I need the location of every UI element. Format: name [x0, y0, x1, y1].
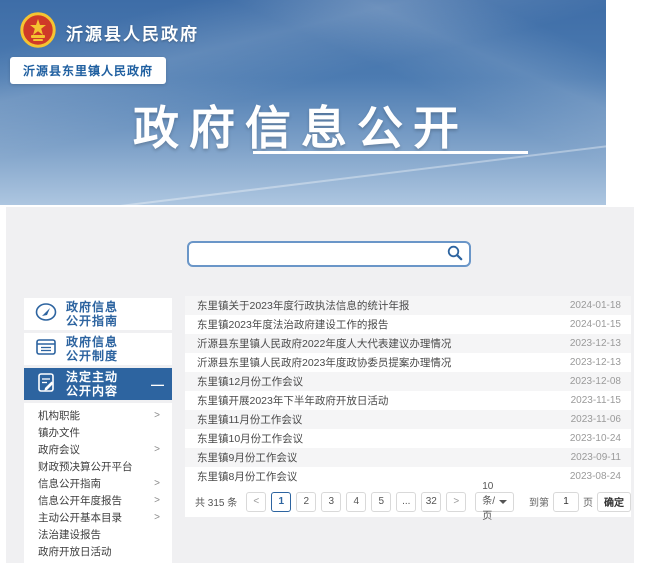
sidebar-item-label: 公开内容: [66, 384, 118, 398]
article-date: 2023-10-24: [570, 433, 621, 444]
sidebar-item-label: 公开指南: [66, 314, 118, 328]
sidebar-item-disclosure-guide[interactable]: 政府信息 公开指南: [24, 298, 172, 330]
sidebar-submenu: 机构职能 > 镇办文件 政府会议 > 财政预决算公开平台 信息公开指南 > 信息…: [24, 403, 172, 566]
submenu-item[interactable]: 信息公开年度报告 >: [24, 492, 172, 509]
page: 沂源县人民政府 沂源县东里镇人民政府 政府信息公开: [0, 0, 648, 569]
goto-page-input[interactable]: [553, 492, 579, 512]
article-row[interactable]: 东里镇10月份工作会议 2023-10-24: [185, 429, 631, 448]
article-date: 2023-11-15: [571, 395, 621, 406]
next-page-button[interactable]: >: [446, 492, 466, 512]
article-title[interactable]: 东里镇2023年度法治政府建设工作的报告: [197, 317, 388, 332]
page-ellipsis[interactable]: ...: [396, 492, 416, 512]
article-row[interactable]: 沂源县东里镇人民政府2023年度政协委员提案办理情况 2023-12-13: [185, 353, 631, 372]
article-row[interactable]: 东里镇2023年度法治政府建设工作的报告 2024-01-15: [185, 315, 631, 334]
article-row[interactable]: 东里镇12月份工作会议 2023-12-08: [185, 372, 631, 391]
national-emblem-icon: [20, 12, 56, 53]
submenu-item-label: 信息公开年度报告: [38, 493, 122, 508]
page-size-value: 10 条/页: [482, 481, 495, 522]
article-row[interactable]: 东里镇关于2023年度行政执法信息的统计年报 2024-01-18: [185, 296, 631, 315]
article-title[interactable]: 东里镇9月份工作会议: [197, 450, 297, 465]
compass-icon: [34, 300, 58, 329]
chevron-down-icon: [499, 500, 507, 504]
article-date: 2023-12-13: [570, 357, 621, 368]
town-site-link[interactable]: 沂源县东里镇人民政府: [10, 57, 166, 84]
submenu-item[interactable]: 财政预决算公开平台: [24, 458, 172, 475]
article-row[interactable]: 沂源县东里镇人民政府2022年度人大代表建议办理情况 2023-12-13: [185, 334, 631, 353]
submenu-item-label: 信息公开指南: [38, 476, 101, 491]
prev-page-button[interactable]: <: [246, 492, 266, 512]
clipboard-edit-icon: [34, 370, 58, 399]
sidebar-item-label: 公开制度: [66, 349, 118, 363]
submenu-item-label: 镇办文件: [38, 425, 80, 440]
submenu-item[interactable]: 政府开放日活动: [24, 543, 172, 560]
submenu-item[interactable]: 政府会议 >: [24, 441, 172, 458]
article-list: 东里镇关于2023年度行政执法信息的统计年报 2024-01-18 东里镇202…: [185, 296, 631, 517]
header-banner: 沂源县人民政府 沂源县东里镇人民政府 政府信息公开: [0, 0, 606, 205]
article-date: 2023-08-24: [570, 471, 621, 482]
search-icon: [447, 245, 463, 264]
submenu-item[interactable]: 主动公开基本目录 >: [24, 509, 172, 526]
article-title[interactable]: 东里镇8月份工作会议: [197, 469, 297, 484]
search-input[interactable]: [189, 243, 441, 265]
sidebar-item-label: 政府信息: [66, 335, 118, 349]
goto-suffix-label: 页: [583, 494, 593, 509]
article-title[interactable]: 沂源县东里镇人民政府2022年度人大代表建议办理情况: [197, 336, 451, 351]
pagination-bar: 共 315 条 < 1 2 3 4 5 ... 32 > 10 条/页 到第 页…: [185, 486, 631, 517]
list-document-icon: [34, 335, 58, 364]
chevron-right-icon: >: [154, 512, 160, 523]
chevron-right-icon: >: [154, 410, 160, 421]
article-date: 2023-09-11: [571, 452, 621, 463]
submenu-item[interactable]: 法治建设报告: [24, 526, 172, 543]
article-date: 2024-01-15: [570, 319, 621, 330]
page-button-2[interactable]: 2: [296, 492, 316, 512]
search-button[interactable]: [441, 243, 469, 265]
submenu-item-label: 财政预决算公开平台: [38, 459, 133, 474]
chevron-right-icon: >: [154, 478, 160, 489]
submenu-item-label: 政府开放日活动: [38, 544, 112, 559]
sidebar: 政府信息 公开指南 政府信息 公开制度: [24, 298, 172, 566]
article-row[interactable]: 东里镇11月份工作会议 2023-11-06: [185, 410, 631, 429]
article-title[interactable]: 东里镇关于2023年度行政执法信息的统计年报: [197, 298, 409, 313]
submenu-item[interactable]: 镇办文件: [24, 424, 172, 441]
article-title[interactable]: 东里镇12月份工作会议: [197, 374, 303, 389]
title-underline: [253, 151, 528, 154]
page-button-5[interactable]: 5: [371, 492, 391, 512]
total-count-label: 共 315 条: [195, 494, 237, 509]
page-button-4[interactable]: 4: [346, 492, 366, 512]
article-date: 2023-11-06: [571, 414, 621, 425]
submenu-item-label: 主动公开基本目录: [38, 510, 122, 525]
goto-prefix-label: 到第: [529, 494, 549, 509]
article-row[interactable]: 东里镇9月份工作会议 2023-09-11: [185, 448, 631, 467]
article-row[interactable]: 东里镇开展2023年下半年政府开放日活动 2023-11-15: [185, 391, 631, 410]
article-title[interactable]: 沂源县东里镇人民政府2023年度政协委员提案办理情况: [197, 355, 451, 370]
page-title: 政府信息公开: [133, 92, 469, 158]
article-title[interactable]: 东里镇11月份工作会议: [197, 412, 302, 427]
sidebar-item-statutory-disclosure[interactable]: 法定主动 公开内容 —: [24, 368, 172, 400]
article-date: 2023-12-13: [570, 338, 621, 349]
submenu-item[interactable]: 机构职能 >: [24, 407, 172, 424]
page-button-3[interactable]: 3: [321, 492, 341, 512]
chevron-right-icon: >: [154, 495, 160, 506]
chevron-right-icon: >: [154, 444, 160, 455]
page-button-1[interactable]: 1: [271, 492, 291, 512]
county-site-title: 沂源县人民政府: [66, 20, 199, 45]
article-title[interactable]: 东里镇开展2023年下半年政府开放日活动: [197, 393, 388, 408]
article-title[interactable]: 东里镇10月份工作会议: [197, 431, 303, 446]
sidebar-item-label: 法定主动: [66, 370, 118, 384]
search-bar: [187, 241, 471, 267]
sidebar-item-label: 政府信息: [66, 300, 118, 314]
submenu-item[interactable]: 信息公开指南 >: [24, 475, 172, 492]
sidebar-item-disclosure-system[interactable]: 政府信息 公开制度: [24, 333, 172, 365]
page-button-32[interactable]: 32: [421, 492, 441, 512]
article-row[interactable]: 东里镇8月份工作会议 2023-08-24: [185, 467, 631, 486]
page-size-select[interactable]: 10 条/页: [475, 492, 514, 512]
submenu-item-label: 法治建设报告: [38, 527, 101, 542]
submenu-item-label: 机构职能: [38, 408, 80, 423]
collapse-minus-icon[interactable]: —: [151, 377, 164, 392]
submenu-item-label: 政府会议: [38, 442, 80, 457]
article-date: 2024-01-18: [570, 300, 621, 311]
goto-confirm-button[interactable]: 确定: [597, 492, 631, 512]
article-date: 2023-12-08: [570, 376, 621, 387]
